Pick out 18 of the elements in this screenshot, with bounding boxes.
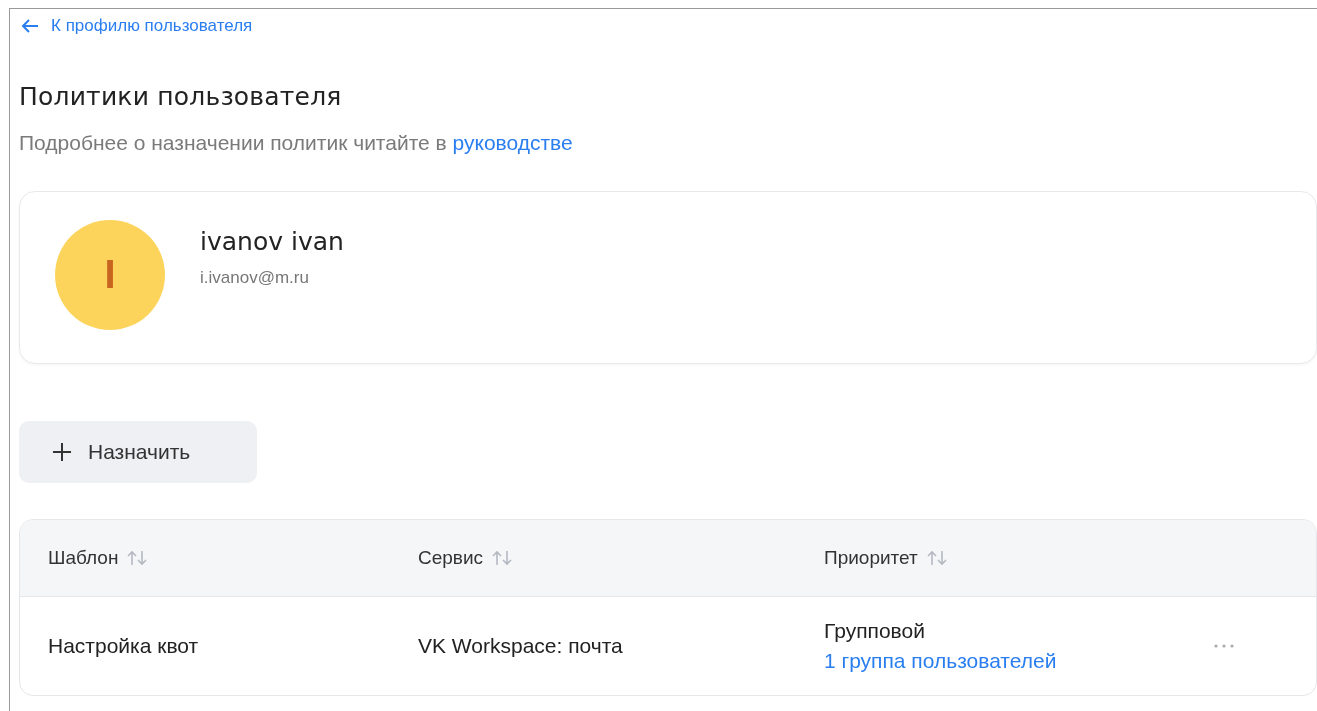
table-cell-text: VK Workspace: почта — [418, 634, 624, 658]
plus-icon — [52, 442, 72, 462]
user-email: i.ivanov@m.ru — [200, 268, 310, 288]
column-header[interactable]: Приоритет — [824, 547, 1196, 569]
more-icon — [1212, 643, 1236, 649]
arrow-left-icon — [21, 19, 39, 33]
column-header[interactable]: Сервис — [418, 547, 824, 569]
guide-link[interactable]: руководстве — [452, 131, 573, 154]
table-cell-text: Настройка квот — [48, 634, 200, 658]
page-title: Политики пользователя — [19, 82, 343, 111]
assign-button[interactable]: Назначить — [19, 421, 257, 483]
description-text: Подробнее о назначении политик читайте в руководстве — [19, 131, 574, 155]
column-header[interactable]: Шаблон — [48, 547, 418, 569]
user-name: ivanov ivan — [200, 227, 344, 256]
back-link[interactable]: К профилю пользователя — [21, 14, 1317, 38]
group-link[interactable]: 1 группа пользователей — [824, 649, 1196, 673]
priority-text: Групповой — [824, 619, 926, 643]
avatar: I — [55, 219, 165, 330]
